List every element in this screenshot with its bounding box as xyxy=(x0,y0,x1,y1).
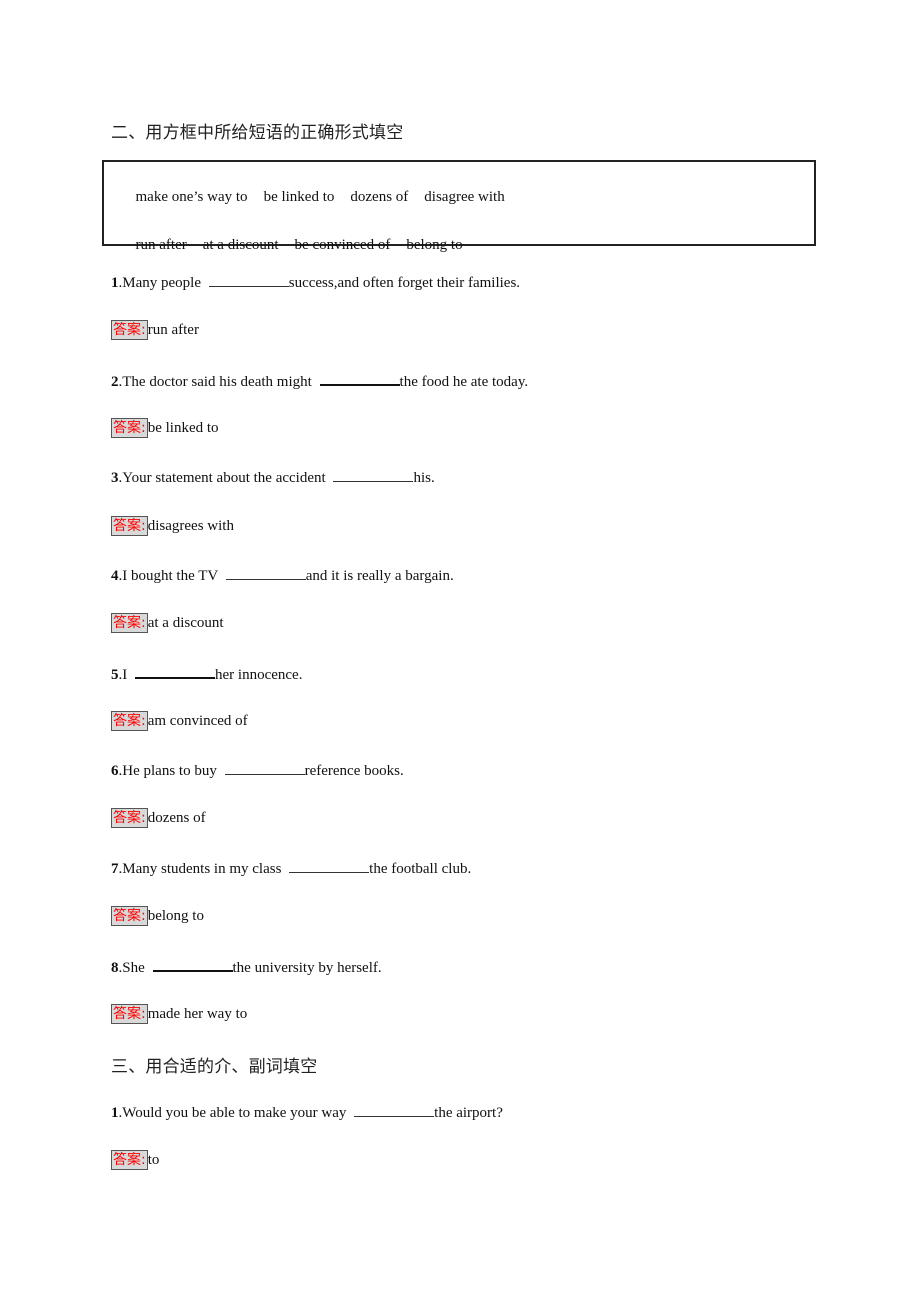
answer-blank xyxy=(152,957,233,972)
question-text: the football club. xyxy=(369,861,472,877)
s3-question-1: 1.Would you be able to make your way the… xyxy=(111,1103,503,1122)
question-1: 1.Many people success,and often forget t… xyxy=(111,273,520,292)
phrase: dozens of xyxy=(350,189,409,205)
question-2: 2.The doctor said his death might the fo… xyxy=(111,371,528,391)
question-text: his. xyxy=(413,470,435,486)
answer-blank xyxy=(208,273,289,287)
question-7: 7.Many students in my class the football… xyxy=(111,859,471,878)
phrase-row-2: run after at a discount be convinced of bel… xyxy=(113,220,479,271)
phrase-row-1: make one’s way to be linked to dozens of di… xyxy=(113,172,521,223)
question-number: 4 xyxy=(111,568,119,584)
question-text: the food he ate today. xyxy=(399,374,529,390)
answer-blank xyxy=(225,566,306,580)
answer-4: 答案: at a discount xyxy=(111,613,224,633)
answer-label: 答案: xyxy=(111,516,148,536)
question-text: her innocence. xyxy=(215,667,303,683)
answer-blank xyxy=(354,1103,435,1117)
question-text: the university by herself. xyxy=(232,960,382,976)
question-text: reference books. xyxy=(304,763,404,779)
answer-blank xyxy=(224,761,305,775)
document-page: 二、用方框中所给短语的正确形式填空 make one’s way to be li… xyxy=(0,0,920,1302)
section-3-heading: 三、用合适的介、副词填空 xyxy=(111,1057,318,1077)
phrase: make one’s way to xyxy=(135,189,248,205)
question-5: 5.I her innocence. xyxy=(111,664,302,684)
question-number: 3 xyxy=(111,470,119,486)
answer-blank xyxy=(333,468,414,482)
question-text: success,and often forget their families. xyxy=(288,275,521,291)
answer-label: 答案: xyxy=(111,808,148,828)
answer-label: 答案: xyxy=(111,613,148,633)
phrase: belong to xyxy=(406,237,463,253)
s3-answer-1: 答案: to xyxy=(111,1150,159,1170)
answer-text: be linked to xyxy=(147,420,219,436)
answer-label: 答案: xyxy=(111,711,148,731)
answer-8: 答案: made her way to xyxy=(111,1004,247,1024)
phrase: run after xyxy=(135,237,187,253)
question-number: 6 xyxy=(111,763,119,779)
phrase: at a discount xyxy=(202,237,279,253)
answer-text: am convinced of xyxy=(147,713,248,729)
answer-5: 答案: am convinced of xyxy=(111,711,248,731)
question-text: .Many students in my class xyxy=(118,861,286,877)
answer-3: 答案: disagrees with xyxy=(111,516,234,536)
answer-label: 答案: xyxy=(111,418,148,438)
answer-text: dozens of xyxy=(147,810,206,826)
question-number: 1 xyxy=(111,275,119,291)
answer-1: 答案: run after xyxy=(111,320,199,340)
question-number: 5 xyxy=(111,667,119,683)
question-4: 4.I bought the TV and it is really a bar… xyxy=(111,566,454,585)
question-text: .I xyxy=(118,667,131,683)
phrase: be convinced of xyxy=(294,237,391,253)
phrase-box: make one’s way to be linked to dozens of di… xyxy=(102,160,816,253)
answer-text: belong to xyxy=(147,908,204,924)
answer-7: 答案: belong to xyxy=(111,906,204,926)
question-text: the airport? xyxy=(434,1105,503,1121)
answer-label: 答案: xyxy=(111,1004,148,1024)
question-number: 8 xyxy=(111,960,119,976)
answer-blank xyxy=(319,371,400,386)
section-2-heading: 二、用方框中所给短语的正确形式填空 xyxy=(111,123,404,143)
answer-text: to xyxy=(147,1152,160,1168)
question-text: .She xyxy=(118,960,149,976)
question-text: .I bought the TV xyxy=(118,568,222,584)
answer-label: 答案: xyxy=(111,320,148,340)
question-text: and it is really a bargain. xyxy=(305,568,454,584)
answer-text: at a discount xyxy=(147,615,224,631)
phrase: be linked to xyxy=(263,189,335,205)
answer-text: disagrees with xyxy=(147,518,234,534)
answer-2: 答案: be linked to xyxy=(111,418,219,438)
phrase: disagree with xyxy=(424,189,505,205)
question-text: .The doctor said his death might xyxy=(118,374,316,390)
answer-blank xyxy=(135,664,215,679)
question-3: 3.Your statement about the accident his. xyxy=(111,468,435,487)
question-6: 6.He plans to buy reference books. xyxy=(111,761,404,780)
question-number: 7 xyxy=(111,861,119,877)
question-text: .He plans to buy xyxy=(118,763,221,779)
answer-label: 答案: xyxy=(111,906,148,926)
answer-label: 答案: xyxy=(111,1150,148,1170)
question-number: 1 xyxy=(111,1105,119,1121)
answer-text: run after xyxy=(147,322,199,338)
answer-blank xyxy=(289,859,370,873)
answer-6: 答案: dozens of xyxy=(111,808,206,828)
question-text: .Many people xyxy=(118,275,205,291)
question-8: 8.She the university by herself. xyxy=(111,957,382,977)
answer-text: made her way to xyxy=(147,1006,248,1022)
question-text: .Your statement about the accident xyxy=(118,470,330,486)
question-number: 2 xyxy=(111,374,119,390)
question-text: .Would you be able to make your way xyxy=(118,1105,351,1121)
